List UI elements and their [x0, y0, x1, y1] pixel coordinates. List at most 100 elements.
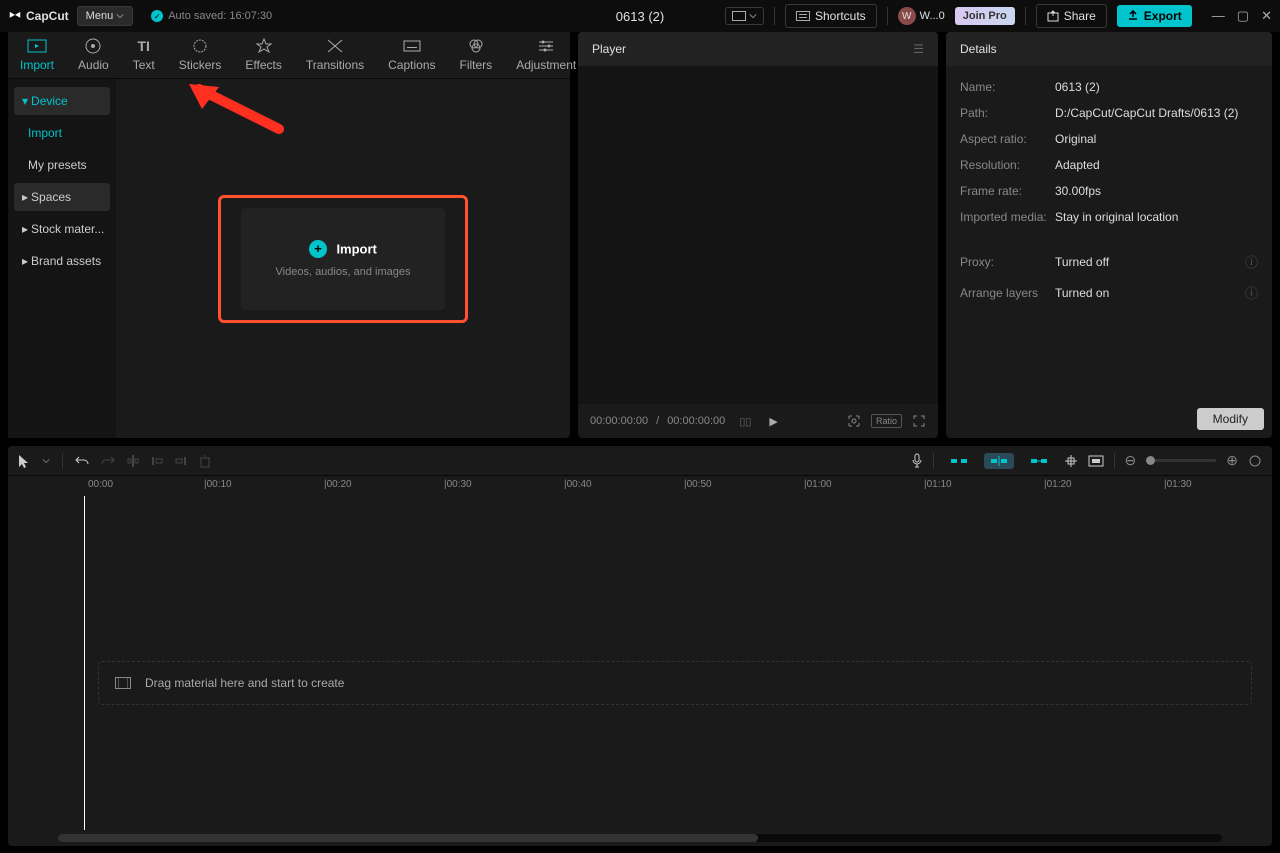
fullscreen-icon[interactable]: [912, 414, 926, 428]
detail-path-label: Path:: [960, 106, 1055, 120]
join-pro-button[interactable]: Join Pro: [955, 7, 1015, 25]
sidebar-import[interactable]: Import: [14, 119, 110, 147]
captions-icon: [402, 38, 422, 54]
timeline-tracks[interactable]: Drag material here and start to create: [8, 496, 1272, 830]
ratio-button[interactable]: Ratio: [871, 414, 902, 428]
detail-aspect-value: Original: [1055, 132, 1258, 146]
time-current: 00:00:00:00: [590, 415, 648, 427]
user-badge[interactable]: W W...0: [898, 7, 945, 25]
help-icon[interactable]: ⓘ: [1245, 283, 1258, 302]
check-icon: ✓: [151, 10, 163, 22]
details-header: Details: [946, 32, 1272, 66]
detail-proxy-label: Proxy:: [960, 255, 1055, 269]
filters-icon: [466, 38, 486, 54]
split-button[interactable]: [127, 454, 139, 468]
minimize-button[interactable]: —: [1212, 8, 1225, 24]
caret-right-icon: ▸: [22, 222, 28, 236]
timeline-toolbar: ⊖ ⊕: [8, 446, 1272, 476]
play-button[interactable]: ▶: [769, 415, 777, 428]
player-header: Player ☰: [578, 32, 938, 66]
hamburger-icon[interactable]: ☰: [913, 42, 924, 56]
media-sidebar: ▾Device Import My presets ▸Spaces ▸Stock…: [8, 79, 116, 438]
help-icon[interactable]: ⓘ: [1245, 252, 1258, 271]
share-button[interactable]: Share: [1036, 4, 1107, 28]
detail-framerate-value: 30.00fps: [1055, 184, 1258, 198]
sidebar-device[interactable]: ▾Device: [14, 87, 110, 115]
details-panel: Details Name:0613 (2) Path:D:/CapCut/Cap…: [946, 32, 1272, 438]
zoom-in[interactable]: ⊕: [1226, 452, 1238, 469]
mic-button[interactable]: [911, 453, 923, 469]
tab-effects[interactable]: Effects: [233, 32, 293, 78]
tab-audio[interactable]: Audio: [66, 32, 121, 78]
left-trim-button[interactable]: [151, 454, 163, 468]
auto-snap[interactable]: [984, 453, 1014, 469]
redo-button[interactable]: [101, 454, 115, 468]
stickers-icon: [190, 38, 210, 54]
keyboard-icon: [796, 11, 810, 21]
close-button[interactable]: ✕: [1261, 8, 1272, 24]
menu-button[interactable]: Menu: [77, 6, 134, 26]
tab-stickers[interactable]: Stickers: [167, 32, 234, 78]
divider: [887, 7, 888, 25]
detail-name-label: Name:: [960, 80, 1055, 94]
detail-imported-label: Imported media:: [960, 210, 1055, 224]
clip-preview[interactable]: [1088, 455, 1104, 467]
avatar: W: [898, 7, 916, 25]
media-tabs: Import Audio TI Text Stickers Effects Tr…: [8, 32, 570, 79]
right-trim-button[interactable]: [175, 454, 187, 468]
tab-transitions[interactable]: Transitions: [294, 32, 376, 78]
tab-captions[interactable]: Captions: [376, 32, 447, 78]
aspect-ratio-button[interactable]: [725, 7, 764, 25]
horizontal-scrollbar[interactable]: [58, 834, 1222, 842]
annotation-arrow-icon: [184, 84, 284, 144]
adjustment-icon: [536, 38, 556, 54]
undo-button[interactable]: [75, 454, 89, 468]
import-dropzone[interactable]: + Import Videos, audios, and images: [218, 195, 468, 323]
chevron-down-icon: [116, 12, 124, 20]
detail-resolution-value: Adapted: [1055, 158, 1258, 172]
scrollbar-thumb[interactable]: [58, 834, 758, 842]
playhead[interactable]: [84, 496, 85, 830]
app-logo: CapCut: [8, 9, 69, 23]
detail-path-value: D:/CapCut/CapCut Drafts/0613 (2): [1055, 106, 1258, 120]
export-button[interactable]: Export: [1117, 5, 1192, 27]
effects-icon: [254, 38, 274, 54]
film-icon: [115, 677, 131, 689]
project-title: 0613 (2): [616, 9, 664, 24]
main-track-magnet[interactable]: [944, 454, 974, 468]
sidebar-brand[interactable]: ▸Brand assets: [14, 247, 110, 275]
tab-adjustment[interactable]: Adjustment: [504, 32, 588, 78]
sidebar-spaces[interactable]: ▸Spaces: [14, 183, 110, 211]
preview-axis[interactable]: [1064, 454, 1078, 468]
text-icon: TI: [134, 38, 154, 54]
chevron-down-icon: [749, 12, 757, 20]
linkage[interactable]: [1024, 454, 1054, 468]
transitions-icon: [325, 38, 345, 54]
zoom-slider[interactable]: [1146, 459, 1216, 462]
time-total: 00:00:00:00: [667, 415, 725, 427]
tab-filters[interactable]: Filters: [448, 32, 505, 78]
media-panel: Import Audio TI Text Stickers Effects Tr…: [8, 32, 570, 438]
focus-icon[interactable]: [847, 414, 861, 428]
player-panel: Player ☰ 00:00:00:00 / 00:00:00:00 ▯▯ ▶ …: [578, 32, 938, 438]
tab-import[interactable]: Import: [8, 32, 66, 78]
delete-button[interactable]: [199, 454, 211, 468]
import-icon: [27, 38, 47, 54]
sidebar-stock[interactable]: ▸Stock mater...: [14, 215, 110, 243]
shortcuts-button[interactable]: Shortcuts: [785, 4, 877, 28]
cursor-dropdown[interactable]: [42, 457, 50, 465]
audio-icon: [83, 38, 103, 54]
maximize-button[interactable]: ▢: [1237, 8, 1249, 24]
detail-framerate-label: Frame rate:: [960, 184, 1055, 198]
detail-aspect-label: Aspect ratio:: [960, 132, 1055, 146]
sidebar-presets[interactable]: My presets: [14, 151, 110, 179]
track-placeholder[interactable]: Drag material here and start to create: [98, 661, 1252, 705]
compare-icon[interactable]: ▯▯: [739, 415, 751, 428]
zoom-fit[interactable]: [1248, 454, 1262, 468]
timeline-ruler[interactable]: 00:00 |00:10 |00:20 |00:30 |00:40 |00:50…: [8, 476, 1272, 496]
zoom-out[interactable]: ⊖: [1125, 452, 1137, 469]
cursor-tool[interactable]: [18, 454, 30, 468]
modify-button[interactable]: Modify: [1197, 408, 1264, 430]
player-viewport: [578, 66, 938, 404]
tab-text[interactable]: TI Text: [121, 32, 167, 78]
